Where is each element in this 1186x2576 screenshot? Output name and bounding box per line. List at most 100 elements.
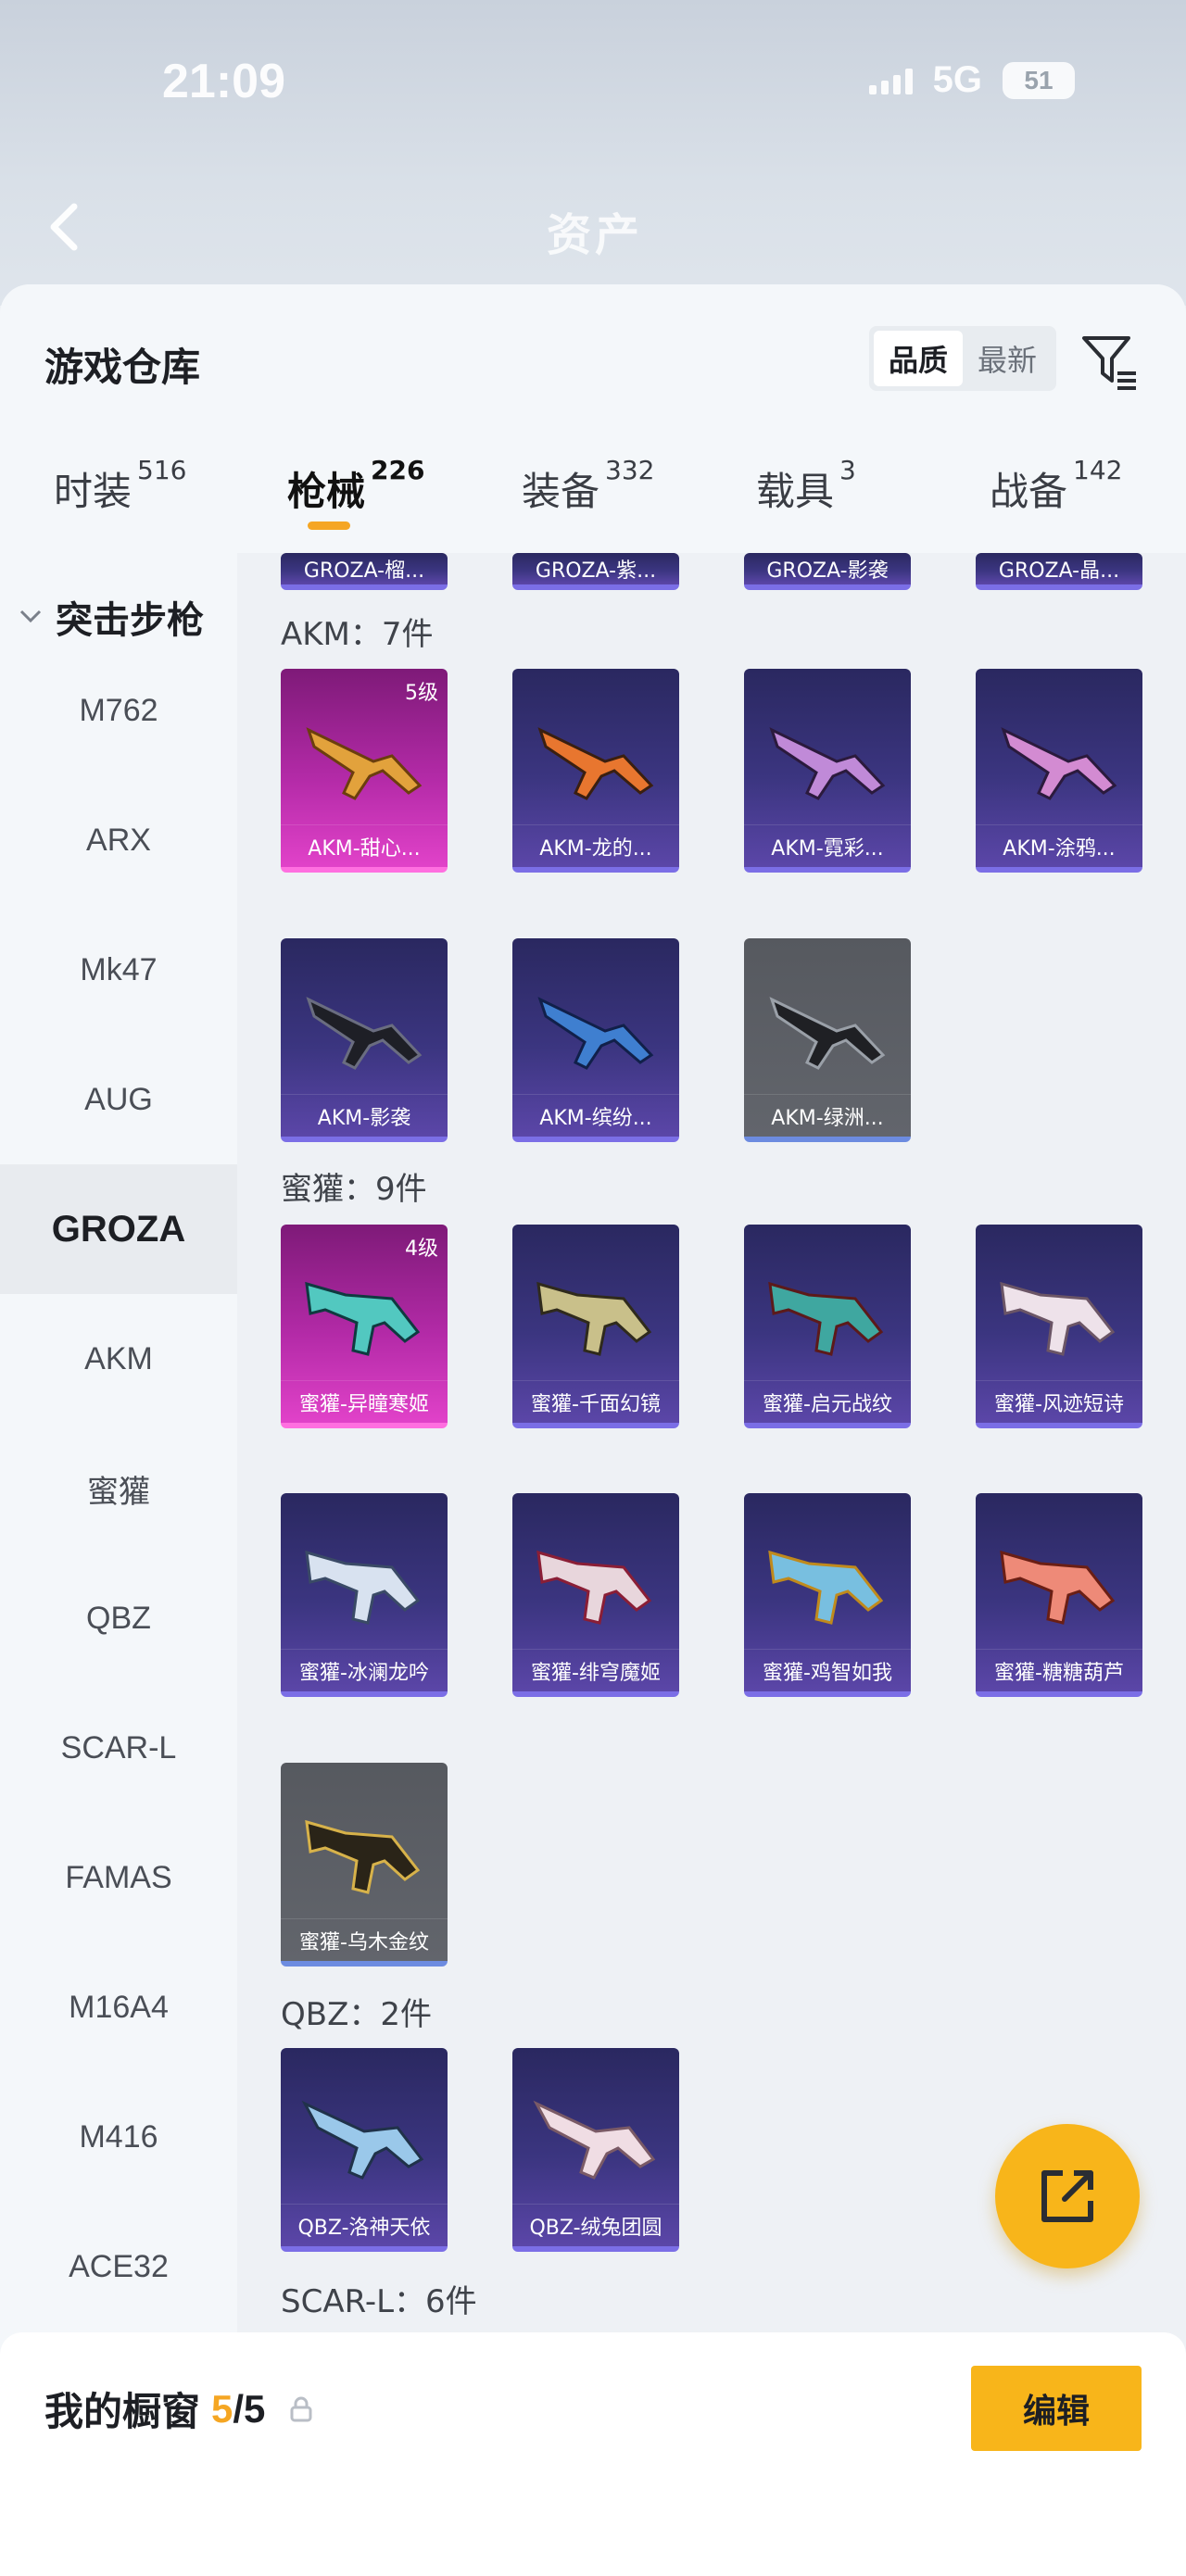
category-item-akm[interactable]: AKM (0, 1294, 237, 1424)
tab-label: 枪械 (287, 469, 366, 514)
skin-name: AKM-影袭 (281, 1094, 448, 1137)
sort-toggle: 品质 最新 (869, 326, 1056, 391)
section-title-scar-l: SCAR-L：6件 (281, 2283, 477, 2320)
tab-outfits[interactable]: 时装 516 (54, 455, 186, 553)
share-external-icon (1041, 2170, 1093, 2222)
skin-name: GROZA-紫... (512, 553, 679, 584)
showcase-label: 我的橱窗 (44, 2389, 201, 2434)
skin-card[interactable]: 蜜獾-乌木金纹 (281, 1763, 448, 1967)
status-time: 21:09 (162, 55, 285, 108)
skin-card[interactable]: 蜜獾-鸡智如我 (744, 1493, 911, 1697)
skin-name: 蜜獾-糖糖葫芦 (976, 1649, 1142, 1691)
sort-newest[interactable]: 最新 (963, 331, 1052, 386)
skin-card[interactable]: 蜜獾-风迹短诗 (976, 1225, 1142, 1428)
skin-card[interactable]: GROZA-榴... (281, 553, 448, 590)
skin-card[interactable]: 蜜獾-启元战纹 (744, 1225, 911, 1428)
skin-card[interactable]: AKM-绿洲... (744, 938, 911, 1142)
status-indicators: 5G 51 (868, 59, 1075, 101)
filter-icon (1082, 336, 1136, 390)
tab-supplies[interactable]: 战备 142 (990, 455, 1122, 553)
skin-card[interactable]: QBZ-洛神天依 (281, 2048, 448, 2252)
category-item-m16a4[interactable]: M16A4 (0, 1942, 237, 2072)
showcase-current: 5 (211, 2386, 233, 2431)
rifle-icon (301, 2100, 424, 2180)
tab-firearms[interactable]: 枪械 226 (287, 455, 424, 553)
smg-icon (1000, 1550, 1116, 1625)
skin-card[interactable]: 蜜獾-糖糖葫芦 (976, 1493, 1142, 1697)
category-item-m416[interactable]: M416 (0, 2072, 237, 2202)
showcase-bar: 我的橱窗 5/5 编辑 (0, 2332, 1186, 2576)
skin-name: AKM-涂鸦... (976, 824, 1142, 867)
skin-card[interactable]: AKM-影袭 (281, 938, 448, 1142)
showcase-total: /5 (233, 2386, 266, 2431)
category-group-header[interactable]: 突击步枪 (19, 590, 204, 644)
category-item-groza[interactable]: GROZA (0, 1164, 237, 1294)
smg-icon (768, 1281, 884, 1356)
rifle-icon (537, 997, 654, 1070)
weapon-category-list: 突击步枪 M762 ARX Mk47 AUG GROZA AKM 蜜獾 QBZ … (0, 553, 237, 2576)
skin-card[interactable]: 蜜獾-冰澜龙吟 (281, 1493, 448, 1697)
tab-label: 时装 (54, 469, 132, 514)
rifle-icon (537, 727, 654, 800)
category-group-label: 突击步枪 (56, 599, 204, 642)
tab-label: 载具 (756, 469, 835, 514)
skin-card[interactable]: GROZA-紫... (512, 553, 679, 590)
skin-card[interactable]: 蜜獾-绯穹魔姬 (512, 1493, 679, 1697)
skin-name: AKM-霓彩... (744, 824, 911, 867)
rifle-icon (533, 2100, 656, 2180)
edit-button[interactable]: 编辑 (971, 2366, 1142, 2451)
category-tabs: 时装 516 枪械 226 装备 332 载具 3 战备 142 (0, 455, 1186, 553)
tab-label: 战备 (990, 469, 1068, 514)
skin-card[interactable]: 4级 蜜獾-异瞳寒姬 (281, 1225, 448, 1428)
skin-name: AKM-龙的... (512, 824, 679, 867)
tab-active-indicator (308, 521, 350, 530)
section-title-akm: AKM：7件 (281, 616, 434, 653)
tab-label: 装备 (522, 469, 600, 514)
skin-name: 蜜獾-绯穹魔姬 (512, 1649, 679, 1691)
smg-icon (305, 1550, 421, 1625)
skin-card[interactable]: AKM-龙的... (512, 669, 679, 873)
rifle-icon (769, 727, 886, 800)
category-item-qbz[interactable]: QBZ (0, 1553, 237, 1683)
tab-count: 142 (1073, 455, 1123, 485)
skin-name: AKM-甜心... (281, 824, 448, 867)
skin-name: GROZA-影袭 (744, 553, 911, 584)
skin-name: 蜜獾-异瞳寒姬 (281, 1380, 448, 1423)
category-item-arx[interactable]: ARX (0, 775, 237, 905)
skin-card[interactable]: QBZ-绒兔团圆 (512, 2048, 679, 2252)
skin-card[interactable]: AKM-涂鸦... (976, 669, 1142, 873)
smg-icon (536, 1281, 652, 1356)
category-item-mk47[interactable]: Mk47 (0, 905, 237, 1035)
smg-icon (305, 1819, 421, 1894)
skin-card[interactable]: GROZA-影袭 (744, 553, 911, 590)
tab-vehicles[interactable]: 载具 3 (756, 455, 856, 553)
skin-name: QBZ-绒兔团圆 (512, 2204, 679, 2246)
skin-name: GROZA-晶... (976, 553, 1142, 584)
share-button[interactable] (995, 2124, 1140, 2268)
category-item-famas[interactable]: FAMAS (0, 1813, 237, 1942)
skin-card[interactable]: AKM-霓彩... (744, 669, 911, 873)
category-item-scar-l[interactable]: SCAR-L (0, 1683, 237, 1813)
tab-count: 3 (839, 455, 856, 485)
skin-name: 蜜獾-乌木金纹 (281, 1918, 448, 1961)
signal-icon (868, 67, 913, 94)
back-button[interactable] (41, 199, 87, 255)
sort-quality[interactable]: 品质 (874, 331, 963, 386)
category-item-aug[interactable]: AUG (0, 1035, 237, 1164)
battery-level: 51 (1024, 65, 1054, 94)
tab-equipment[interactable]: 装备 332 (522, 455, 654, 553)
skin-card[interactable]: 蜜獾-千面幻镜 (512, 1225, 679, 1428)
skin-card[interactable]: AKM-缤纷... (512, 938, 679, 1142)
showcase-title: 我的橱窗 5/5 (44, 2381, 313, 2437)
category-item-ace32[interactable]: ACE32 (0, 2202, 237, 2331)
category-item-m762[interactable]: M762 (0, 646, 237, 775)
smg-icon (1000, 1281, 1116, 1356)
skin-card[interactable]: 5级 AKM-甜心... (281, 669, 448, 873)
filter-button[interactable] (1080, 333, 1140, 392)
skin-name: AKM-绿洲... (744, 1094, 911, 1137)
category-item-honey-badger[interactable]: 蜜獾 (0, 1424, 237, 1553)
rifle-icon (306, 727, 423, 800)
smg-icon (305, 1281, 421, 1356)
skin-card[interactable]: GROZA-晶... (976, 553, 1142, 590)
chevron-down-icon (19, 603, 43, 631)
